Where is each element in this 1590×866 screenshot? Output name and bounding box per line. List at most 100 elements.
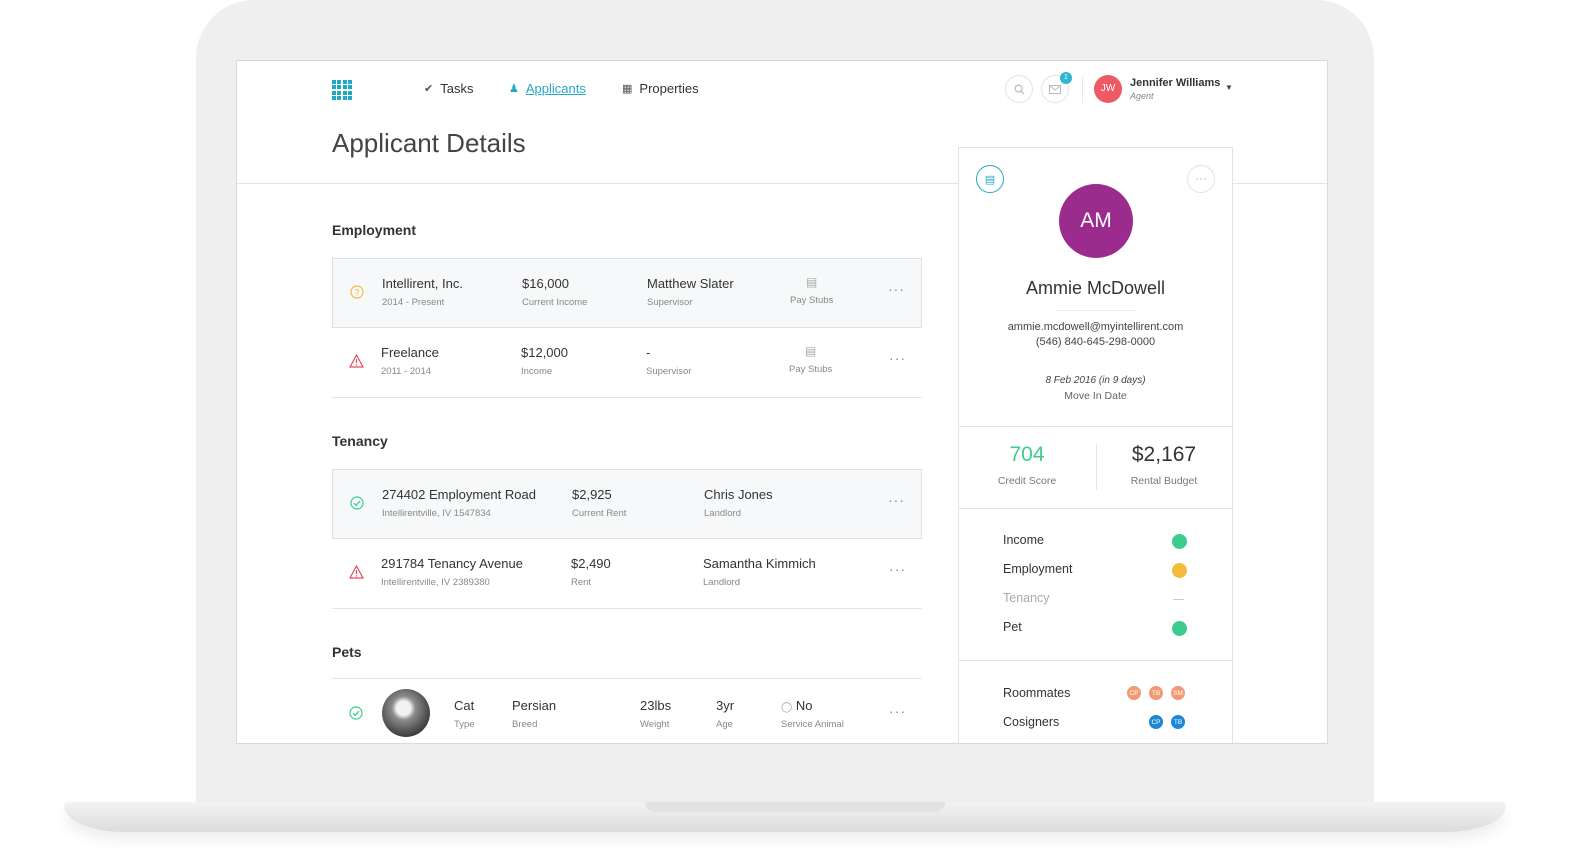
status-dot xyxy=(1172,534,1187,549)
landlord-name: Chris Jones xyxy=(704,487,773,502)
pet-age: 3yr xyxy=(716,698,735,713)
employer-name: Intellirent, Inc. xyxy=(382,276,463,291)
check-circle-icon xyxy=(350,496,364,513)
search-icon xyxy=(1014,84,1025,95)
panel-divider xyxy=(959,426,1232,427)
nav-applicants[interactable]: ♟ Applicants xyxy=(509,81,586,96)
employment-row[interactable]: Freelance 2011 - 2014 $12,000 Income - S… xyxy=(332,328,922,398)
user-role: Agent xyxy=(1130,91,1154,101)
employment-row[interactable]: ? Intellirent, Inc. 2014 - Present $16,0… xyxy=(332,258,922,328)
more-horizontal-icon[interactable]: ··· xyxy=(888,492,905,508)
pet-breed: Persian xyxy=(512,698,557,713)
tenancy-section-title: Tenancy xyxy=(332,433,388,449)
employment-period: 2014 - Present xyxy=(382,297,445,308)
cosigners-label: Cosigners xyxy=(1003,715,1060,729)
header-divider xyxy=(1082,77,1083,103)
address: 274402 Employment Road xyxy=(382,487,536,502)
applicant-phone[interactable]: (546) 840-645-298-0000 xyxy=(959,336,1232,348)
check-pet-label: Pet xyxy=(1003,620,1022,634)
supervisor-name: Matthew Slater xyxy=(647,276,734,291)
roommate-avatar[interactable]: TB xyxy=(1148,685,1164,701)
pay-stubs-label: Pay Stubs xyxy=(789,364,833,375)
credit-score-value: 704 xyxy=(1009,443,1045,466)
landlord-label: Landlord xyxy=(704,508,741,519)
city: Intellirentville, IV 1547834 xyxy=(382,508,491,519)
check-circle-icon xyxy=(349,706,363,723)
income-label: Current Income xyxy=(522,297,588,308)
supervisor-label: Supervisor xyxy=(646,366,692,377)
credit-score-label: Credit Score xyxy=(997,475,1057,487)
warning-triangle-icon xyxy=(348,564,365,582)
move-in-label: Move In Date xyxy=(1064,390,1127,402)
rent-label: Rent xyxy=(571,577,592,588)
applicant-email[interactable]: ammie.mcdowell@myintellirent.com xyxy=(959,321,1232,333)
more-horizontal-icon[interactable]: ··· xyxy=(889,561,906,577)
status-dot xyxy=(1172,621,1187,636)
document-icon[interactable]: ▤ xyxy=(790,275,833,289)
applicant-avatar: AM xyxy=(1059,184,1133,258)
roommate-avatar[interactable]: CP xyxy=(1126,685,1142,701)
nav-properties-label: Properties xyxy=(639,81,699,96)
nav-tasks[interactable]: ✔ Tasks xyxy=(424,81,473,96)
mail-icon xyxy=(1049,84,1061,94)
supervisor-label: Supervisor xyxy=(647,297,693,308)
pet-type-label: Type xyxy=(454,719,475,730)
tenancy-row[interactable]: 274402 Employment Road Intellirentville,… xyxy=(332,469,922,539)
employer-name: Freelance xyxy=(381,345,439,360)
panel-divider xyxy=(959,660,1232,661)
nav-applicants-label: Applicants xyxy=(525,81,586,96)
pets-section-title: Pets xyxy=(332,644,362,660)
building-icon: ▦ xyxy=(622,83,633,95)
supervisor-name: - xyxy=(646,345,651,360)
search-button[interactable] xyxy=(1005,75,1033,103)
user-avatar[interactable]: JW xyxy=(1094,75,1122,103)
check-employment-label: Employment xyxy=(1003,562,1073,576)
people-icon: ♟ xyxy=(509,83,519,95)
warning-triangle-icon xyxy=(348,353,365,371)
address: 291784 Tenancy Avenue xyxy=(381,556,523,571)
pet-photo[interactable] xyxy=(382,689,430,737)
rent-value: $2,925 xyxy=(572,487,612,502)
document-icon[interactable]: ▤ xyxy=(976,165,1004,193)
pet-age-label: Age xyxy=(716,719,733,730)
grid-logo-icon[interactable] xyxy=(332,80,352,100)
service-animal-value: No xyxy=(795,698,813,713)
nav-properties[interactable]: ▦ Properties xyxy=(622,81,699,96)
more-horizontal-icon[interactable]: ··· xyxy=(1187,165,1215,193)
roommate-avatar[interactable]: SM xyxy=(1170,685,1186,701)
check-tenancy-label: Tenancy xyxy=(1003,591,1050,605)
more-horizontal-icon[interactable]: ··· xyxy=(889,703,906,719)
income-label: Income xyxy=(521,366,553,377)
check-income-label: Income xyxy=(1003,533,1044,547)
rental-budget-label: Rental Budget xyxy=(1130,475,1198,487)
svg-text:?: ? xyxy=(354,288,359,298)
move-in-date: 8 Feb 2016 (in 9 days) xyxy=(1045,375,1146,386)
cosigner-avatar[interactable]: TB xyxy=(1170,714,1186,730)
rent-label: Current Rent xyxy=(572,508,627,519)
name-underline xyxy=(1056,310,1136,311)
question-circle-icon: ? xyxy=(350,285,364,302)
tenancy-row[interactable]: 291784 Tenancy Avenue Intellirentville, … xyxy=(332,539,922,609)
more-horizontal-icon[interactable]: ··· xyxy=(889,350,906,366)
roommates-label: Roommates xyxy=(1003,686,1071,700)
employment-period: 2011 - 2014 xyxy=(381,366,432,377)
notification-badge: 1 xyxy=(1060,72,1072,84)
more-horizontal-icon[interactable]: ··· xyxy=(888,281,905,297)
cosigner-avatar[interactable]: CP xyxy=(1148,714,1164,730)
document-icon[interactable]: ▤ xyxy=(789,344,832,358)
caret-down-icon[interactable]: ▼ xyxy=(1225,83,1233,92)
nav-tasks-label: Tasks xyxy=(440,81,474,96)
applicant-profile-panel: ▤ ··· AM Ammie McDowell ammie.mcdowell@m… xyxy=(958,147,1233,743)
rental-budget-value: $2,167 xyxy=(1131,443,1197,466)
user-name[interactable]: Jennifer Williams xyxy=(1130,77,1220,89)
pet-breed-label: Breed xyxy=(512,719,538,730)
pet-weight-label: Weight xyxy=(640,719,670,730)
rent-value: $2,490 xyxy=(571,556,611,571)
income-value: $16,000 xyxy=(522,276,569,291)
pet-weight: 23lbs xyxy=(640,698,672,713)
app-screen: ✔ Tasks ♟ Applicants ▦ Properties 1 JW J… xyxy=(236,60,1328,744)
pet-row[interactable]: Cat Type Persian Breed 23lbs Weight 3yr … xyxy=(332,678,922,743)
applicant-name: Ammie McDowell xyxy=(1025,278,1166,298)
panel-divider xyxy=(959,508,1232,509)
service-animal-label: Service Animal xyxy=(781,719,844,730)
